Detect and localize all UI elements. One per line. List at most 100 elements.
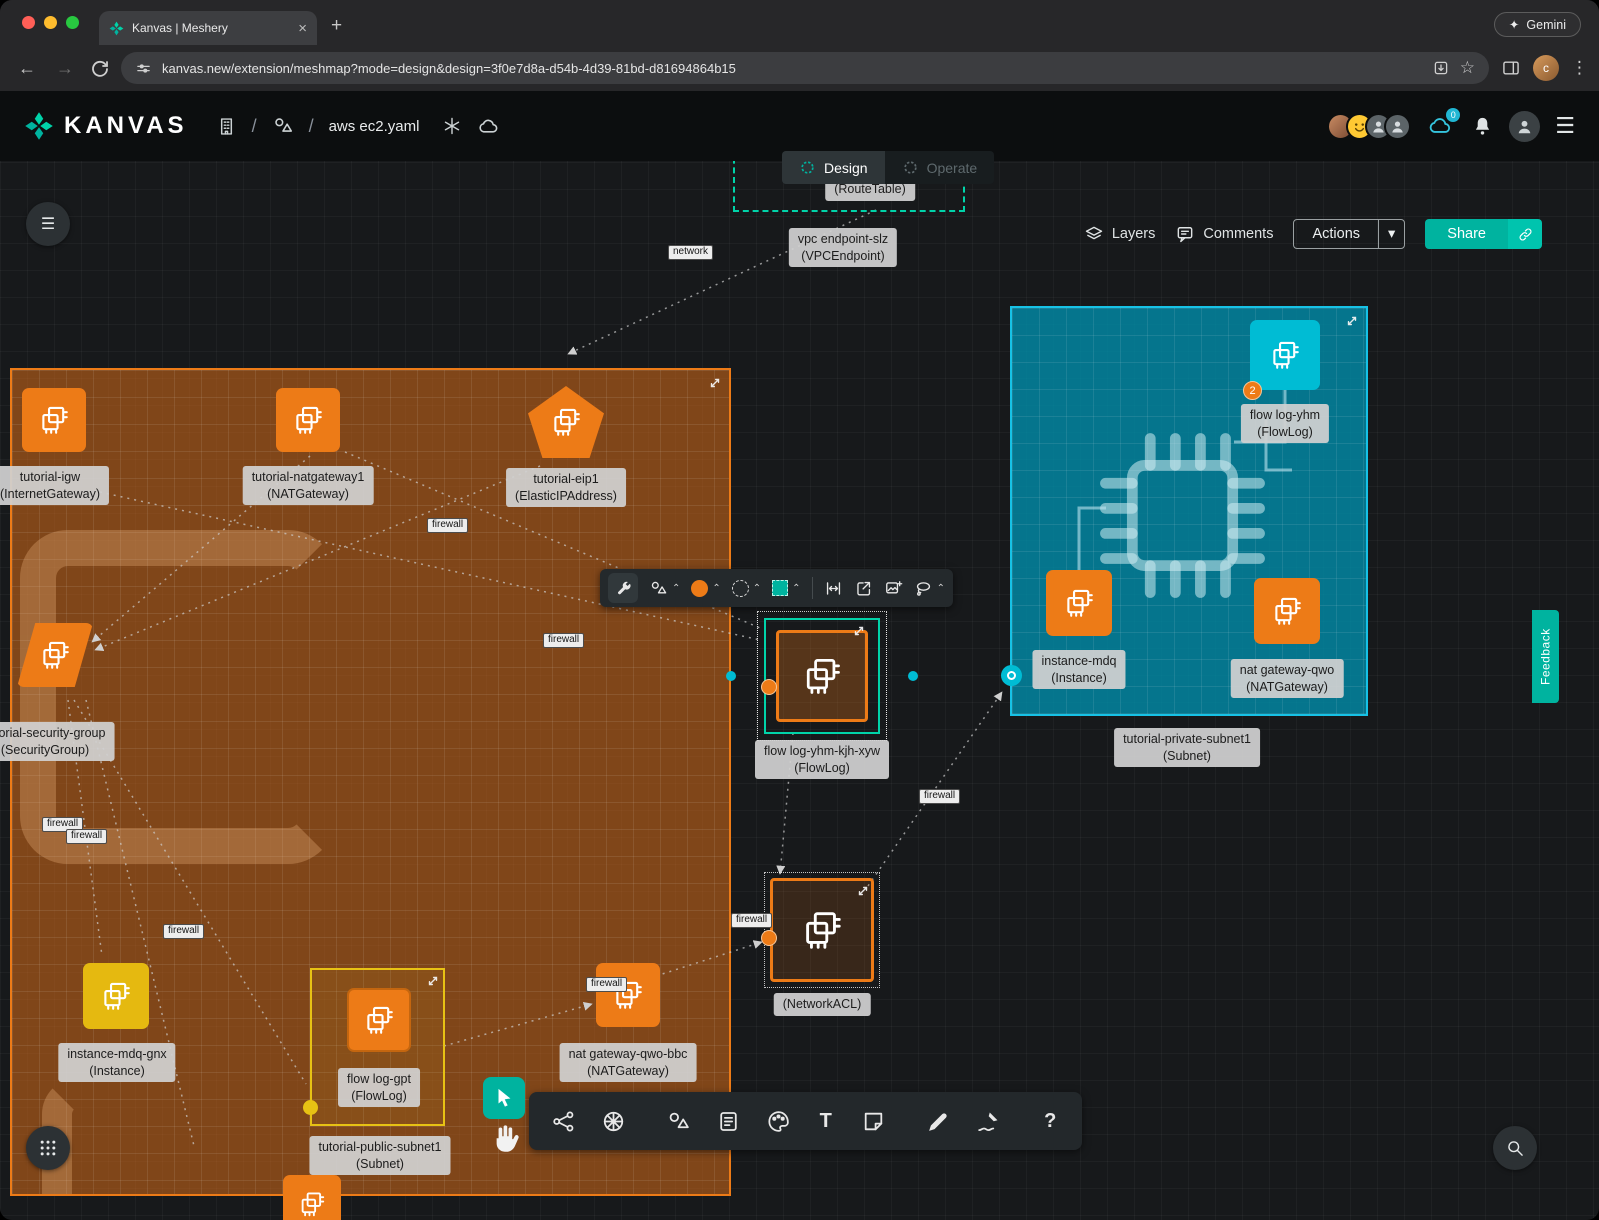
browser-tab[interactable]: Kanvas | Meshery ×	[99, 11, 317, 45]
collapse-region-icon[interactable]	[708, 376, 722, 390]
site-settings-icon[interactable]	[135, 60, 152, 77]
collapse-region-icon[interactable]	[1345, 314, 1359, 328]
zoom-search-button[interactable]	[1493, 1126, 1537, 1170]
context-toolbar: ⌃ ⌃ ⌃ ⌃ ⌃	[600, 569, 953, 607]
organization-icon[interactable]	[216, 116, 237, 137]
open-in-new-button[interactable]	[854, 579, 873, 598]
notes-tool-button[interactable]	[716, 1108, 741, 1135]
collapse-node-icon[interactable]	[856, 884, 870, 898]
node-instance-mdq[interactable]	[1046, 570, 1112, 636]
node-instance-gnx[interactable]	[83, 963, 149, 1029]
feedback-tab[interactable]: Feedback	[1532, 610, 1559, 703]
text-tool-button[interactable]: T	[816, 1108, 836, 1135]
layers-icon	[1084, 224, 1104, 244]
share-split-button[interactable]: Share	[1425, 219, 1542, 249]
node-nat-gateway-qwo[interactable]	[1254, 578, 1320, 644]
flow-log-badge[interactable]	[761, 679, 777, 695]
node-natgateway-bbc[interactable]	[596, 963, 660, 1027]
nat-gateway-icon[interactable]	[1254, 578, 1320, 644]
browser-profile-avatar[interactable]: c	[1533, 55, 1559, 81]
node-icon[interactable]	[283, 1175, 341, 1220]
copy-link-button[interactable]	[1508, 219, 1542, 249]
boundary-menu-button[interactable]: ⌃	[732, 580, 761, 597]
cloud-status-button[interactable]: 0	[1426, 113, 1456, 139]
sticky-tool-button[interactable]	[861, 1108, 886, 1135]
collapse-node-icon[interactable]	[852, 624, 866, 638]
edge-handle-right[interactable]	[908, 671, 918, 681]
node-flow-log-kjh[interactable]	[776, 630, 868, 722]
add-image-button[interactable]	[884, 579, 903, 598]
pen-tool-button[interactable]	[926, 1108, 951, 1135]
configure-wrench-button[interactable]	[608, 573, 638, 603]
bookmark-star-button[interactable]: ☆	[1460, 58, 1475, 78]
actions-dropdown-arrow[interactable]: ▾	[1378, 220, 1404, 248]
edge-handle-left[interactable]	[726, 671, 736, 681]
apps-grid-button[interactable]	[26, 1126, 70, 1170]
node-partial[interactable]	[283, 1175, 341, 1220]
node-flow-log-yhm[interactable]	[1250, 320, 1320, 390]
comments-button[interactable]: Comments	[1175, 224, 1273, 244]
user-avatar-button[interactable]	[1509, 111, 1540, 142]
collapse-node-icon[interactable]	[426, 974, 440, 988]
tab-design[interactable]: Design	[782, 151, 885, 184]
address-bar[interactable]: kanvas.new/extension/meshmap?mode=design…	[121, 52, 1489, 84]
flow-log-icon[interactable]	[347, 988, 411, 1052]
designs-icon[interactable]	[272, 115, 294, 137]
side-panel-button[interactable]	[1501, 58, 1521, 78]
group-badge[interactable]	[303, 1100, 318, 1115]
new-tab-button[interactable]: +	[331, 15, 342, 37]
back-button[interactable]: ←	[14, 58, 40, 79]
connector-port[interactable]	[1001, 665, 1022, 686]
shapes-menu-button[interactable]: ⌃	[649, 579, 680, 598]
color-menu-button[interactable]: ⌃	[691, 580, 720, 597]
nat-gateway-icon[interactable]	[276, 388, 340, 452]
url-text[interactable]: kanvas.new/extension/meshmap?mode=design…	[162, 61, 1422, 76]
design-filename[interactable]: aws ec2.yaml	[329, 118, 420, 135]
reload-button[interactable]	[90, 59, 109, 78]
header-menu-button[interactable]: ☰	[1555, 113, 1575, 139]
forward-button[interactable]: →	[52, 58, 78, 79]
kubernetes-tool-button[interactable]	[601, 1108, 626, 1135]
palette-tool-button[interactable]	[766, 1108, 791, 1135]
close-window-button[interactable]	[22, 16, 35, 29]
node-tutorial-natgateway1[interactable]	[276, 388, 340, 452]
actions-split-button[interactable]: Actions ▾	[1293, 219, 1405, 249]
browser-menu-button[interactable]: ⋮	[1571, 58, 1585, 78]
save-page-icon[interactable]	[1432, 59, 1450, 77]
shapes-tool-button[interactable]	[666, 1108, 691, 1135]
node-flow-log-gpt[interactable]	[347, 988, 411, 1052]
tab-close-button[interactable]: ×	[298, 20, 307, 37]
fill-menu-button[interactable]: ⌃	[772, 580, 800, 596]
lasso-menu-button[interactable]: ⌃	[914, 579, 945, 598]
elastic-ip-icon[interactable]	[528, 386, 604, 458]
node-tutorial-igw[interactable]	[22, 388, 86, 452]
layers-button[interactable]: Layers	[1084, 224, 1156, 244]
flowlog-yhm-label: flow log-yhm(FlowLog)	[1241, 404, 1329, 443]
notifications-bell-button[interactable]	[1471, 115, 1494, 138]
canvas-menu-button[interactable]: ☰	[26, 202, 70, 246]
flow-log-badge[interactable]	[761, 930, 777, 946]
node-tutorial-eip1[interactable]	[528, 386, 604, 458]
flow-log-icon[interactable]	[1250, 320, 1320, 390]
resize-width-button[interactable]	[824, 579, 843, 598]
help-tool-button[interactable]: ?	[1041, 1108, 1061, 1135]
tab-operate[interactable]: Operate	[885, 151, 995, 184]
select-tool-button[interactable]	[483, 1077, 525, 1119]
tab-favicon	[109, 21, 124, 36]
nat-gateway-icon[interactable]	[596, 963, 660, 1027]
zoom-window-button[interactable]	[66, 16, 79, 29]
security-group-icon[interactable]	[17, 623, 93, 687]
signature-tool-button[interactable]	[976, 1108, 1001, 1135]
instance-icon[interactable]	[83, 963, 149, 1029]
node-security-group[interactable]	[17, 623, 93, 687]
minimize-window-button[interactable]	[44, 16, 57, 29]
pan-tool-button[interactable]	[487, 1122, 523, 1158]
collaborator-avatar[interactable]	[1384, 113, 1411, 140]
pipeline-tool-button[interactable]	[551, 1108, 576, 1135]
natgateway-qwo-label: nat gateway-qwo(NATGateway)	[1231, 659, 1344, 698]
internet-gateway-icon[interactable]	[22, 388, 86, 452]
environment-icon[interactable]	[442, 116, 462, 136]
instance-icon[interactable]	[1046, 570, 1112, 636]
gemini-button[interactable]: ✦ Gemini	[1494, 12, 1581, 37]
networkacl-label: (NetworkACL)	[774, 993, 871, 1016]
